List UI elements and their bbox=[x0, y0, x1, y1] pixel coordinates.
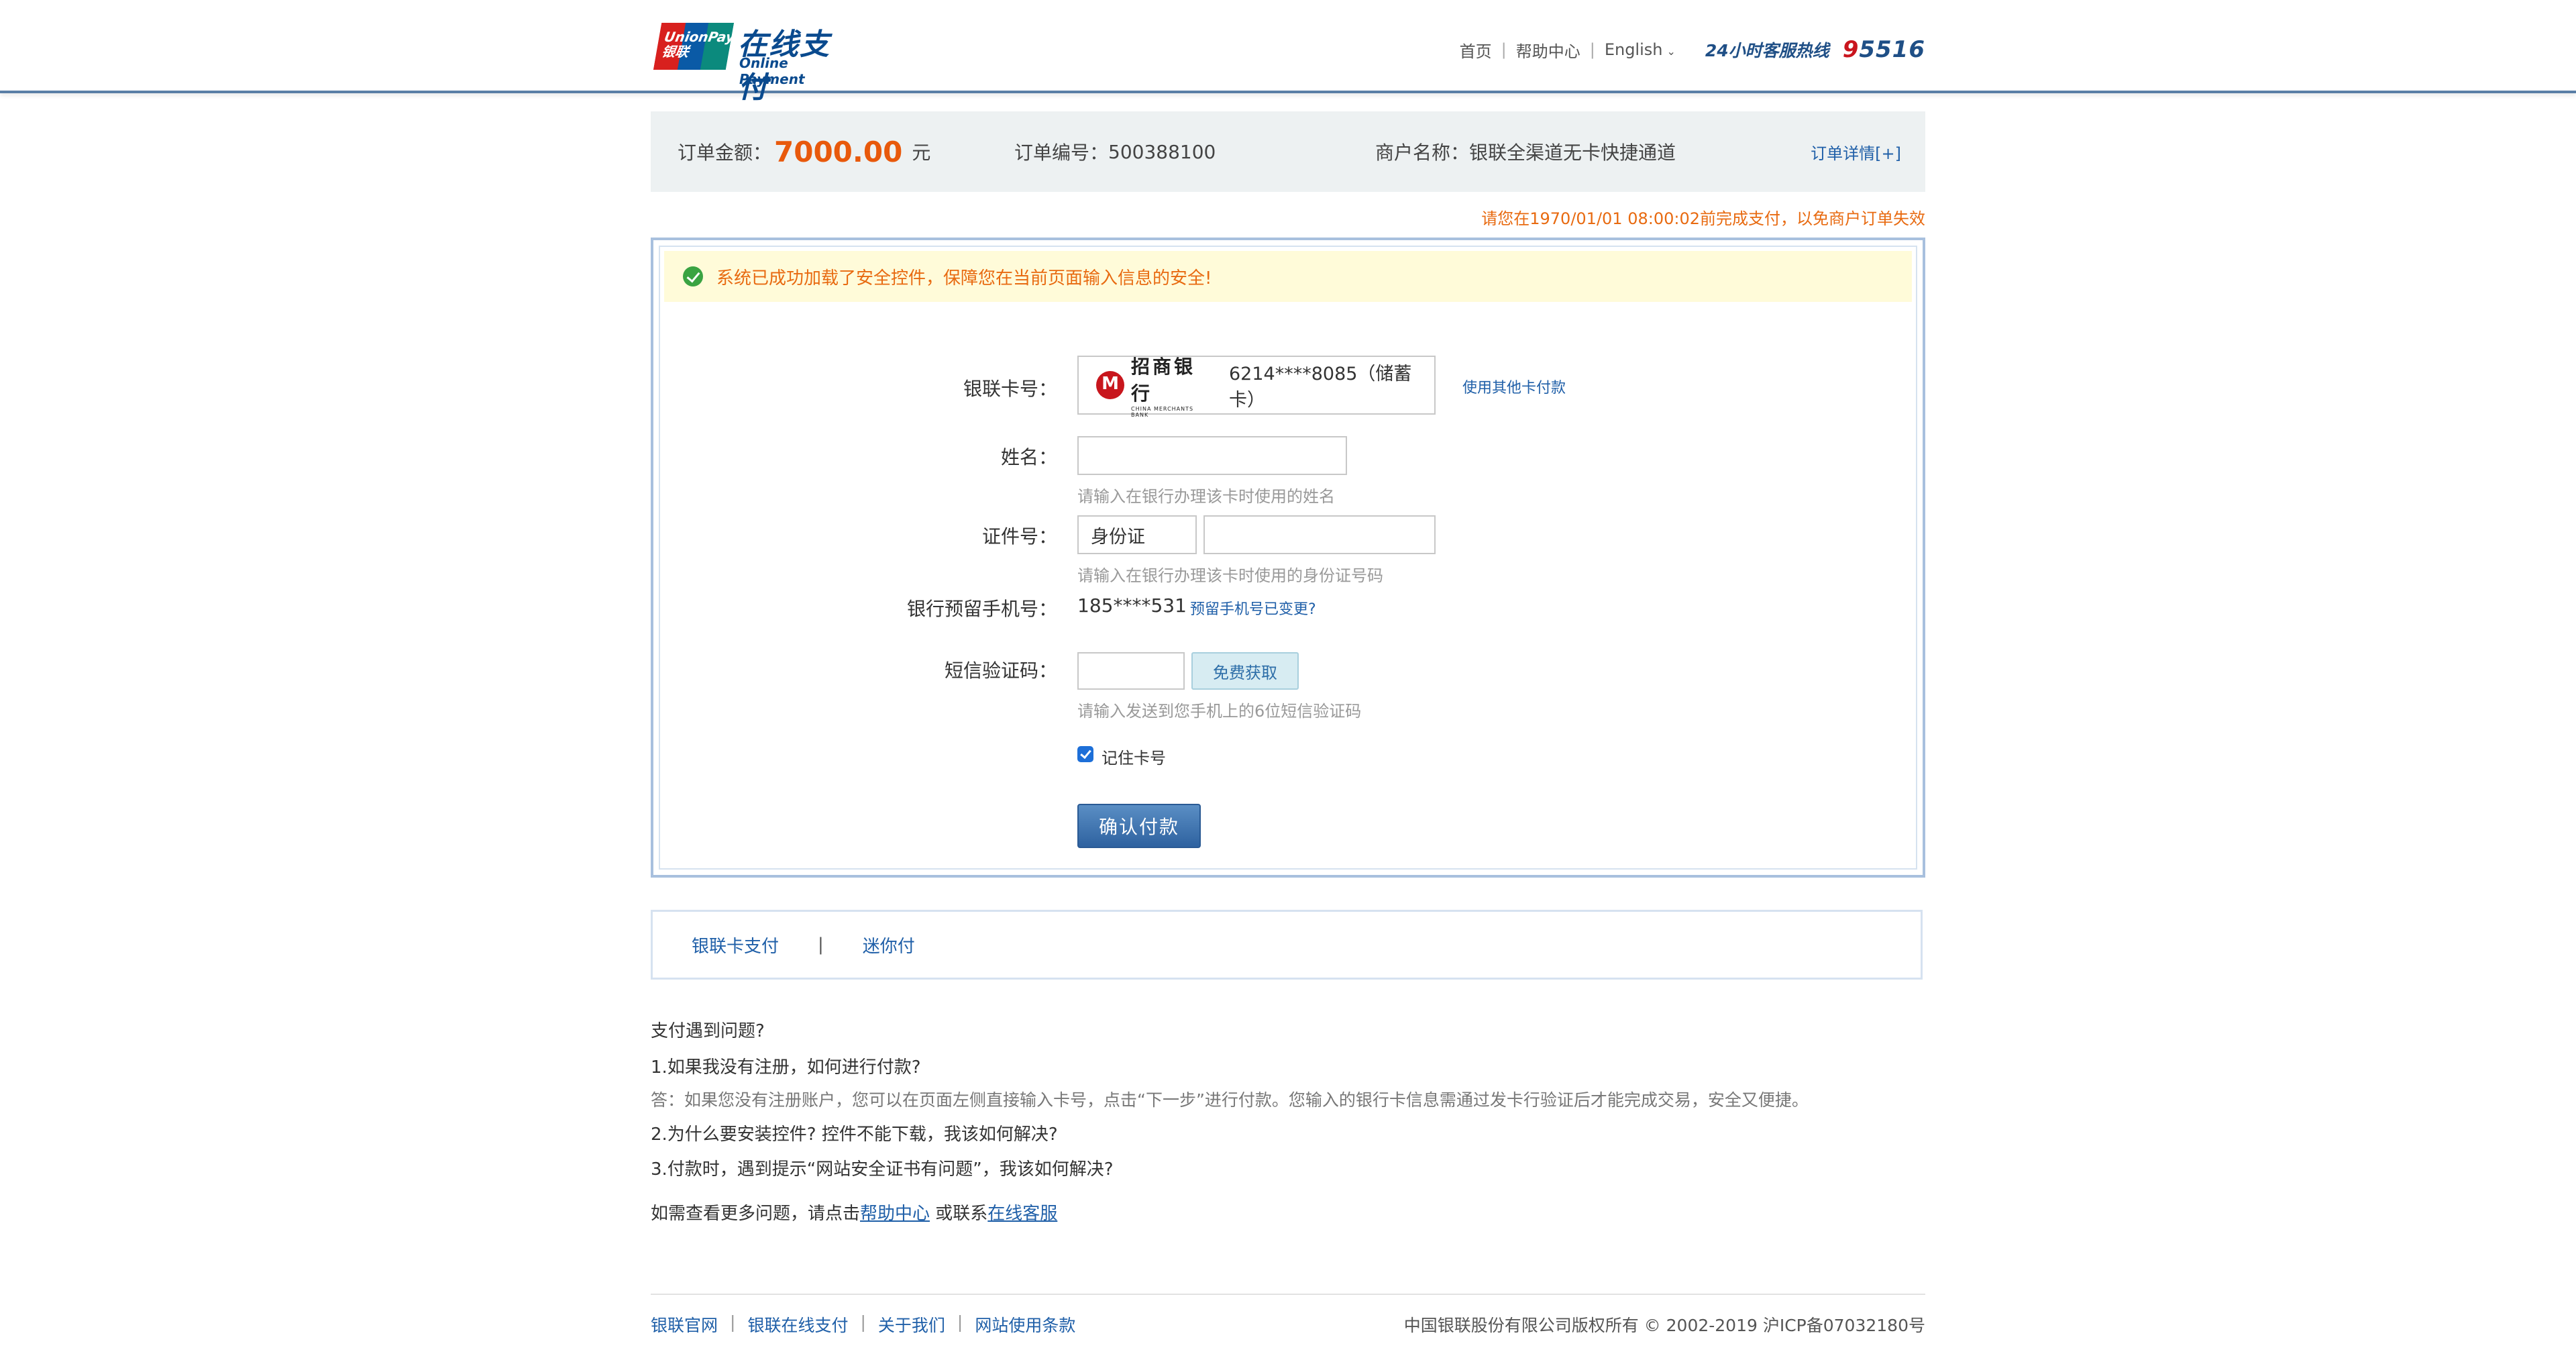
cmb-bank-icon bbox=[1096, 371, 1124, 399]
nav-separator: | bbox=[1589, 40, 1595, 59]
faq-question-3: 3.付款时，遇到提示“网站安全证书有问题”，我该如何解决? bbox=[651, 1159, 1114, 1180]
hotline-rest: 5516 bbox=[1859, 36, 1925, 63]
sms-hint: 请输入发送到您手机上的6位短信验证码 bbox=[1077, 702, 1362, 721]
hotline-prefix: 9 bbox=[1842, 36, 1860, 63]
order-detail-container: 订单详情[+] bbox=[1811, 111, 1901, 192]
methods-separator: | bbox=[818, 935, 824, 955]
other-card-link[interactable]: 使用其他卡付款 bbox=[1462, 376, 1566, 397]
name-hint: 请输入在银行办理该卡时使用的姓名 bbox=[1077, 487, 1335, 506]
footer-separator: | bbox=[957, 1312, 963, 1332]
id-type-value: 身份证 bbox=[1091, 526, 1145, 547]
name-label: 姓名： bbox=[1000, 446, 1057, 468]
card-number: 6214****8085（储蓄卡） bbox=[1229, 364, 1412, 411]
top-nav: 首页 | 帮助中心 | English ⌄ 24小时客服热线 95516 bbox=[1460, 36, 1925, 63]
faq-more-middle: 或联系 bbox=[930, 1204, 988, 1224]
hotline-number: 95516 bbox=[1843, 36, 1925, 63]
bank-name-cn: 招商银行 bbox=[1131, 356, 1196, 405]
faq-question-2: 2.为什么要安装控件? 控件不能下载，我该如何解决? bbox=[651, 1125, 1058, 1145]
name-input[interactable] bbox=[1077, 436, 1347, 475]
order-summary: 订单金额： 7000.00 元 订单编号： 500388100 商户名称： 银联… bbox=[651, 111, 1925, 192]
payment-page: UnionPay 银联 在线支付 Online Payment 首页 | 帮助中… bbox=[0, 0, 2576, 1358]
phone-changed-link[interactable]: 预留手机号已变更? bbox=[1190, 597, 1316, 619]
card-label: 银联卡号： bbox=[963, 378, 1057, 400]
hotline-label: 24小时客服热线 bbox=[1705, 41, 1829, 60]
phone-value: 185****531 bbox=[1077, 594, 1187, 617]
nav-separator: | bbox=[1501, 40, 1507, 59]
method-unionpay-card[interactable]: 银联卡支付 bbox=[692, 933, 779, 957]
nav-help-link[interactable]: 帮助中心 bbox=[1516, 38, 1580, 62]
unionpay-badge-icon: UnionPay 银联 bbox=[653, 23, 735, 70]
phone-label: 银行预留手机号： bbox=[906, 598, 1057, 620]
bank-name-en: CHINA MERCHANTS BANK bbox=[1131, 406, 1194, 418]
language-selector[interactable]: English ⌄ bbox=[1605, 40, 1676, 59]
bank-name: 招商银行 CHINA MERCHANTS BANK bbox=[1131, 352, 1212, 418]
sms-code-input[interactable] bbox=[1077, 652, 1185, 690]
chevron-down-icon: ⌄ bbox=[1666, 45, 1676, 58]
order-number-value: 500388100 bbox=[1108, 140, 1216, 163]
merchant-value: 银联全渠道无卡快捷通道 bbox=[1469, 142, 1676, 164]
order-number: 订单编号： 500388100 bbox=[1014, 111, 1216, 192]
language-label: English bbox=[1604, 40, 1663, 59]
security-notice-text: 系统已成功加载了安全控件，保障您在当前页面输入信息的安全! bbox=[716, 268, 1212, 289]
footer-link-terms[interactable]: 网站使用条款 bbox=[975, 1312, 1075, 1337]
confirm-payment-button[interactable]: 确认付款 bbox=[1077, 804, 1201, 848]
payment-form-panel: 系统已成功加载了安全控件，保障您在当前页面输入信息的安全! 银联卡号： 招商银行… bbox=[651, 238, 1925, 878]
id-label: 证件号： bbox=[981, 525, 1057, 547]
footer-link-unionpay[interactable]: 银联官网 bbox=[651, 1312, 718, 1337]
faq-more: 如需查看更多问题，请点击帮助中心 或联系在线客服 bbox=[651, 1200, 1057, 1224]
merchant-label: 商户名称： bbox=[1375, 142, 1470, 164]
faq-title: 支付遇到问题? bbox=[651, 1021, 765, 1041]
faq-answer-1: 答：如果您没有注册账户，您可以在页面左侧直接输入卡号，点击“下一步”进行付款。您… bbox=[651, 1090, 1809, 1110]
payment-methods-bar: 银联卡支付 | 迷你付 bbox=[651, 910, 1923, 980]
security-notice: 系统已成功加载了安全控件，保障您在当前页面输入信息的安全! bbox=[664, 251, 1912, 302]
id-hint: 请输入在银行办理该卡时使用的身份证号码 bbox=[1077, 566, 1383, 585]
id-number-input[interactable] bbox=[1203, 515, 1436, 554]
payment-form: 系统已成功加载了安全控件，保障您在当前页面输入信息的安全! 银联卡号： 招商银行… bbox=[659, 246, 1917, 870]
method-mini-pay[interactable]: 迷你付 bbox=[863, 933, 915, 957]
site-footer: 银联官网 | 银联在线支付 | 关于我们 | 网站使用条款 中国银联股份有限公司… bbox=[651, 1294, 1925, 1342]
order-detail-link[interactable]: 订单详情[+] bbox=[1811, 140, 1901, 164]
amount-label: 订单金额： bbox=[678, 142, 772, 164]
footer-separator: | bbox=[730, 1312, 736, 1332]
online-service-link[interactable]: 在线客服 bbox=[987, 1204, 1057, 1224]
remember-card-label[interactable]: 记住卡号 bbox=[1102, 745, 1166, 768]
site-header: UnionPay 银联 在线支付 Online Payment 首页 | 帮助中… bbox=[0, 0, 2576, 105]
merchant-name: 商户名称： 银联全渠道无卡快捷通道 bbox=[1375, 111, 1676, 192]
faq-more-prefix: 如需查看更多问题，请点击 bbox=[651, 1204, 861, 1224]
order-number-label: 订单编号： bbox=[1014, 142, 1109, 164]
id-type-select[interactable]: 身份证 bbox=[1077, 515, 1197, 554]
amount-unit: 元 bbox=[912, 142, 931, 164]
success-check-icon bbox=[683, 266, 703, 286]
footer-link-about[interactable]: 关于我们 bbox=[878, 1312, 945, 1337]
payment-deadline: 请您在1970/01/01 08:00:02前完成支付，以免商户订单失效 bbox=[1481, 209, 1925, 228]
order-amount: 订单金额： 7000.00 元 bbox=[678, 111, 930, 192]
footer-copyright: 中国银联股份有限公司版权所有 © 2002-2019 沪ICP备07032180… bbox=[1403, 1316, 1925, 1335]
sms-label: 短信验证码： bbox=[944, 660, 1057, 682]
footer-link-online-pay[interactable]: 银联在线支付 bbox=[747, 1312, 848, 1337]
amount-value: 7000.00 bbox=[774, 135, 903, 168]
footer-links: 银联官网 | 银联在线支付 | 关于我们 | 网站使用条款 bbox=[651, 1312, 1075, 1337]
nav-home-link[interactable]: 首页 bbox=[1460, 38, 1492, 62]
faq-question-1: 1.如果我没有注册，如何进行付款? bbox=[651, 1057, 921, 1078]
help-center-link[interactable]: 帮助中心 bbox=[860, 1204, 930, 1224]
remember-card-checkbox[interactable] bbox=[1077, 746, 1093, 762]
logo-badge-text: UnionPay 银联 bbox=[660, 29, 735, 60]
card-selector[interactable]: 招商银行 CHINA MERCHANTS BANK 6214****8085（储… bbox=[1077, 356, 1436, 418]
unionpay-logo[interactable]: UnionPay 银联 在线支付 Online Payment bbox=[653, 20, 852, 105]
footer-separator: | bbox=[860, 1312, 866, 1332]
get-sms-code-button[interactable]: 免费获取 bbox=[1191, 652, 1299, 690]
logo-subtitle: Online Payment bbox=[739, 55, 805, 87]
